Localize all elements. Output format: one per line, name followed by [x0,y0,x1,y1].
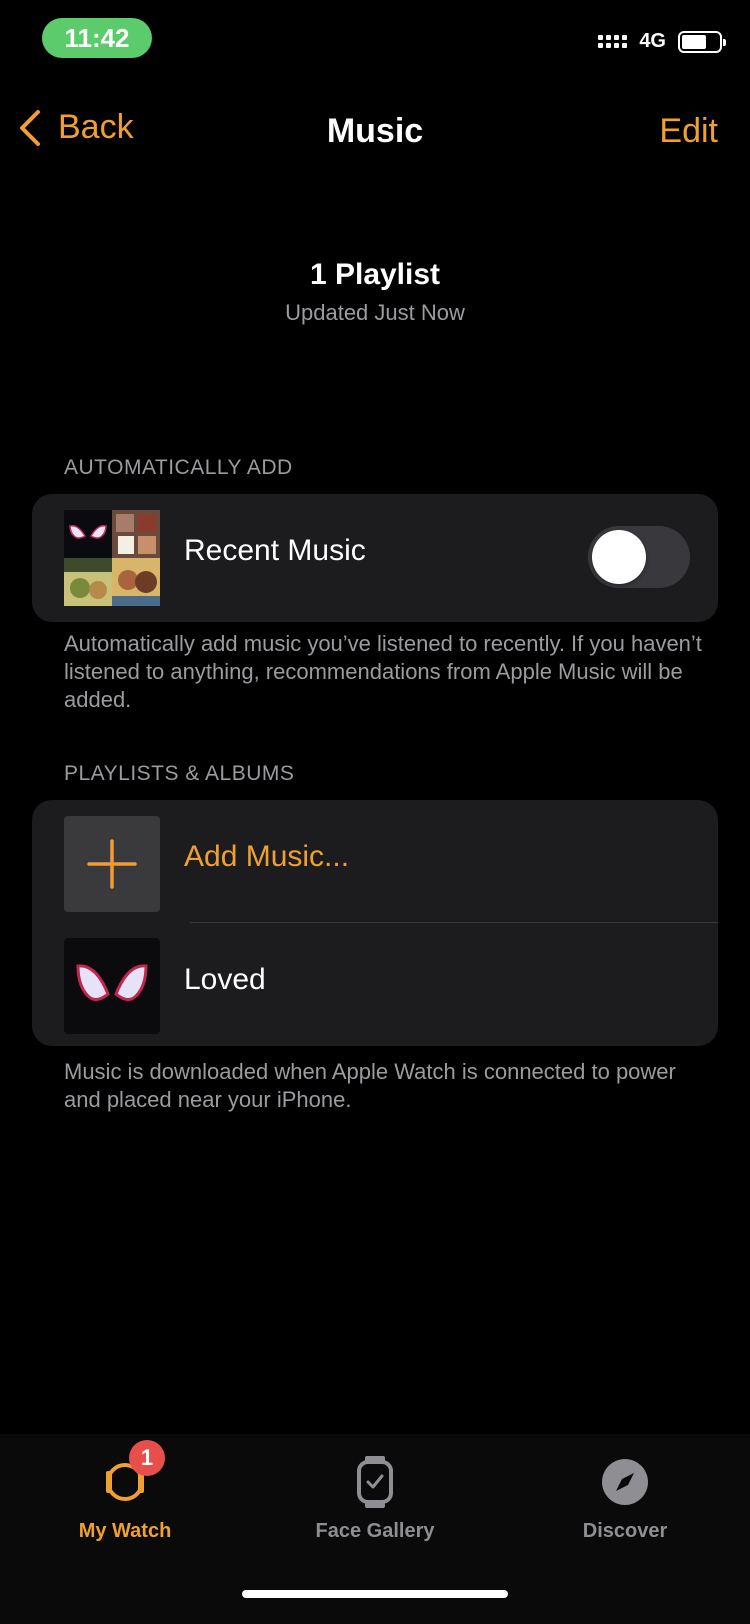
tab-my-watch[interactable]: 1 My Watch [0,1440,250,1543]
section-header-auto-add: AUTOMATICALLY ADD [64,456,293,479]
page-title: Music [326,112,424,150]
auto-add-footnote: Automatically add music you’ve listened … [64,631,702,712]
recent-music-artwork [64,510,160,606]
status-time: 11:42 [42,18,152,58]
edit-button[interactable]: Edit [659,112,718,151]
artwork-tile [112,510,160,558]
notification-badge: 1 [129,1440,165,1476]
navigation-bar: Back Music Edit [0,100,750,164]
add-tile [64,816,160,912]
signal-icon [598,35,628,48]
add-music-label: Add Music... [184,840,350,873]
tab-bar: 1 My Watch Face Gallery Discover [0,1434,750,1624]
watch-icon: 1 [97,1440,165,1510]
artwork-tile [64,558,112,606]
playlist-count: 1 Playlist [309,258,441,291]
recent-music-toggle[interactable] [588,526,690,588]
artwork-tile [64,510,112,558]
toggle-knob [592,530,646,584]
tab-label: Face Gallery [315,1520,435,1542]
artwork-tile [112,558,160,606]
status-indicators: 4G [598,30,726,53]
network-label: 4G [639,30,666,52]
tab-face-gallery[interactable]: Face Gallery [250,1454,500,1543]
plus-icon [87,839,137,889]
loved-artwork [64,938,160,1034]
add-music-row[interactable]: Add Music... [32,800,718,922]
playlists-card: Add Music... Loved [32,800,718,1046]
playlist-row-loved[interactable]: Loved [32,923,718,1046]
tab-label: My Watch [78,1520,172,1542]
home-indicator [242,1590,508,1598]
recent-music-label: Recent Music [184,534,366,567]
playlists-footnote: Music is downloaded when Apple Watch is … [64,1059,676,1112]
section-header-playlists: PLAYLISTS & ALBUMS [64,762,295,785]
tab-discover[interactable]: Discover [500,1454,750,1543]
updated-status: Updated Just Now [285,300,465,325]
playlist-label: Loved [184,963,266,996]
recent-music-card: Recent Music [32,494,718,622]
compass-icon [597,1454,653,1510]
watch-face-icon [347,1454,403,1510]
battery-icon [678,30,726,53]
tab-label: Discover [582,1520,668,1542]
